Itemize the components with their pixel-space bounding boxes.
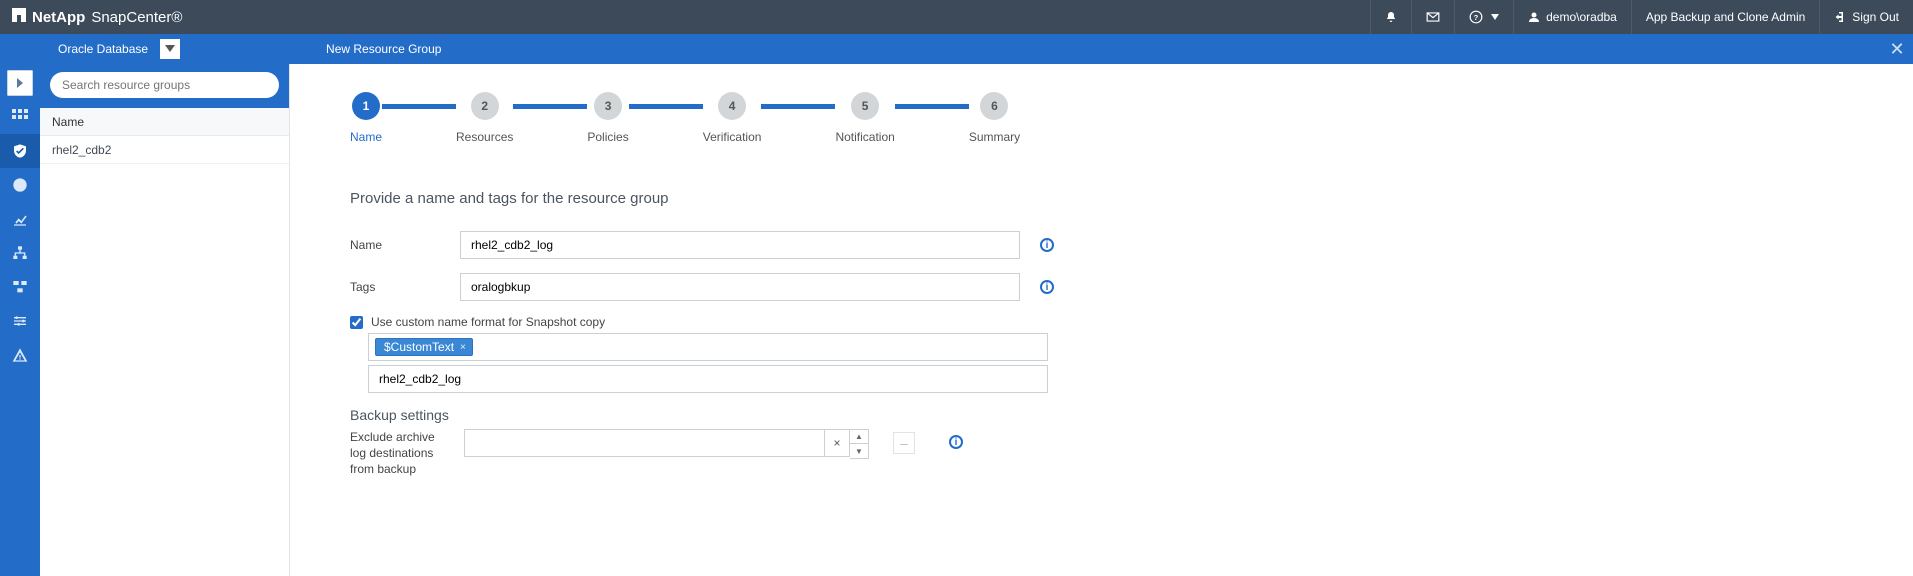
nav-settings[interactable] (0, 304, 40, 338)
wizard-content: 1 Name 2 Resources 3 Policies 4 Verifica… (290, 64, 1913, 576)
nav-protect[interactable] (0, 134, 40, 168)
caret-down-icon (1491, 14, 1499, 20)
db-type-dropdown[interactable] (160, 39, 180, 59)
topbar: NetApp SnapCenter® ? demo\oradba App Bac… (0, 0, 1913, 34)
custom-text-input[interactable] (368, 365, 1048, 393)
messages-button[interactable] (1411, 0, 1454, 34)
blocks-icon (12, 279, 28, 295)
info-icon[interactable]: i (949, 435, 963, 449)
name-input[interactable] (460, 231, 1020, 259)
close-button[interactable]: ✕ (1887, 39, 1913, 60)
user-icon (1528, 11, 1540, 23)
nav-collapse-button[interactable] (7, 70, 33, 96)
step-summary[interactable]: 6 Summary (969, 92, 1020, 144)
sliders-icon (12, 313, 28, 329)
info-icon[interactable]: i (1040, 280, 1054, 294)
token-remove-icon[interactable]: × (460, 342, 466, 353)
page-title: New Resource Group (326, 42, 441, 56)
stepper-down-button[interactable]: ▼ (850, 444, 868, 458)
tags-input[interactable] (460, 273, 1020, 301)
pie-icon (12, 177, 28, 193)
step-name[interactable]: 1 Name (350, 92, 382, 144)
nav-hosts[interactable] (0, 236, 40, 270)
nav-dashboard[interactable] (0, 100, 40, 134)
nav-monitor[interactable] (0, 202, 40, 236)
nav-storage[interactable] (0, 270, 40, 304)
shield-check-icon (12, 143, 28, 159)
alert-icon (12, 347, 28, 363)
sign-out-button[interactable]: Sign Out (1819, 0, 1913, 34)
netapp-logo-icon (12, 8, 26, 22)
svg-text:?: ? (1474, 13, 1479, 22)
step-verification[interactable]: 4 Verification (703, 92, 762, 144)
step-policies[interactable]: 3 Policies (587, 92, 628, 144)
stepper-up-button[interactable]: ▲ (850, 430, 868, 444)
name-label: Name (350, 238, 460, 252)
step-notification[interactable]: 5 Notification (835, 92, 894, 144)
chart-up-icon (12, 211, 28, 227)
chevron-right-icon (15, 78, 25, 88)
left-nav (0, 64, 40, 576)
brand: NetApp SnapCenter® (0, 8, 182, 26)
use-custom-format-label: Use custom name format for Snapshot copy (371, 315, 605, 329)
step-resources[interactable]: 2 Resources (456, 92, 513, 144)
info-icon[interactable]: i (1040, 238, 1054, 252)
remove-row-button[interactable]: – (893, 432, 915, 454)
use-custom-format-checkbox[interactable] (350, 316, 363, 329)
exclude-input[interactable] (464, 429, 824, 457)
brand-logo-text: NetApp (32, 9, 85, 26)
resource-list-panel: Name rhel2_cdb2 (40, 64, 290, 576)
db-type-label: Oracle Database (48, 34, 158, 64)
help-button[interactable]: ? (1454, 0, 1513, 34)
form-heading: Provide a name and tags for the resource… (350, 190, 1913, 207)
list-column-header: Name (40, 108, 289, 136)
tags-label: Tags (350, 280, 460, 294)
exclude-stepper: ▲ ▼ (850, 429, 869, 459)
wizard-stepper: 1 Name 2 Resources 3 Policies 4 Verifica… (350, 92, 1913, 144)
format-token: $CustomText × (375, 338, 473, 356)
hierarchy-icon (12, 245, 28, 261)
search-input[interactable] (50, 72, 279, 98)
exclude-label: Exclude archive log destinations from ba… (350, 429, 450, 478)
grid-icon (12, 109, 28, 125)
signout-icon (1834, 11, 1846, 23)
exclude-clear-button[interactable]: × (824, 429, 850, 457)
list-item[interactable]: rhel2_cdb2 (40, 136, 289, 164)
ribbon: Oracle Database New Resource Group ✕ (0, 34, 1913, 64)
backup-settings-heading: Backup settings (350, 407, 1913, 423)
mail-icon (1426, 11, 1440, 23)
nav-reports[interactable] (0, 168, 40, 202)
format-token-box[interactable]: $CustomText × (368, 333, 1048, 361)
brand-product: SnapCenter® (91, 9, 182, 26)
bell-icon (1385, 11, 1397, 23)
user-menu[interactable]: demo\oradba (1513, 0, 1631, 34)
user-label: demo\oradba (1546, 10, 1617, 24)
role-label[interactable]: App Backup and Clone Admin (1631, 0, 1819, 34)
nav-alerts[interactable] (0, 338, 40, 372)
caret-down-icon (165, 45, 175, 53)
notifications-button[interactable] (1370, 0, 1411, 34)
help-icon: ? (1469, 10, 1483, 24)
